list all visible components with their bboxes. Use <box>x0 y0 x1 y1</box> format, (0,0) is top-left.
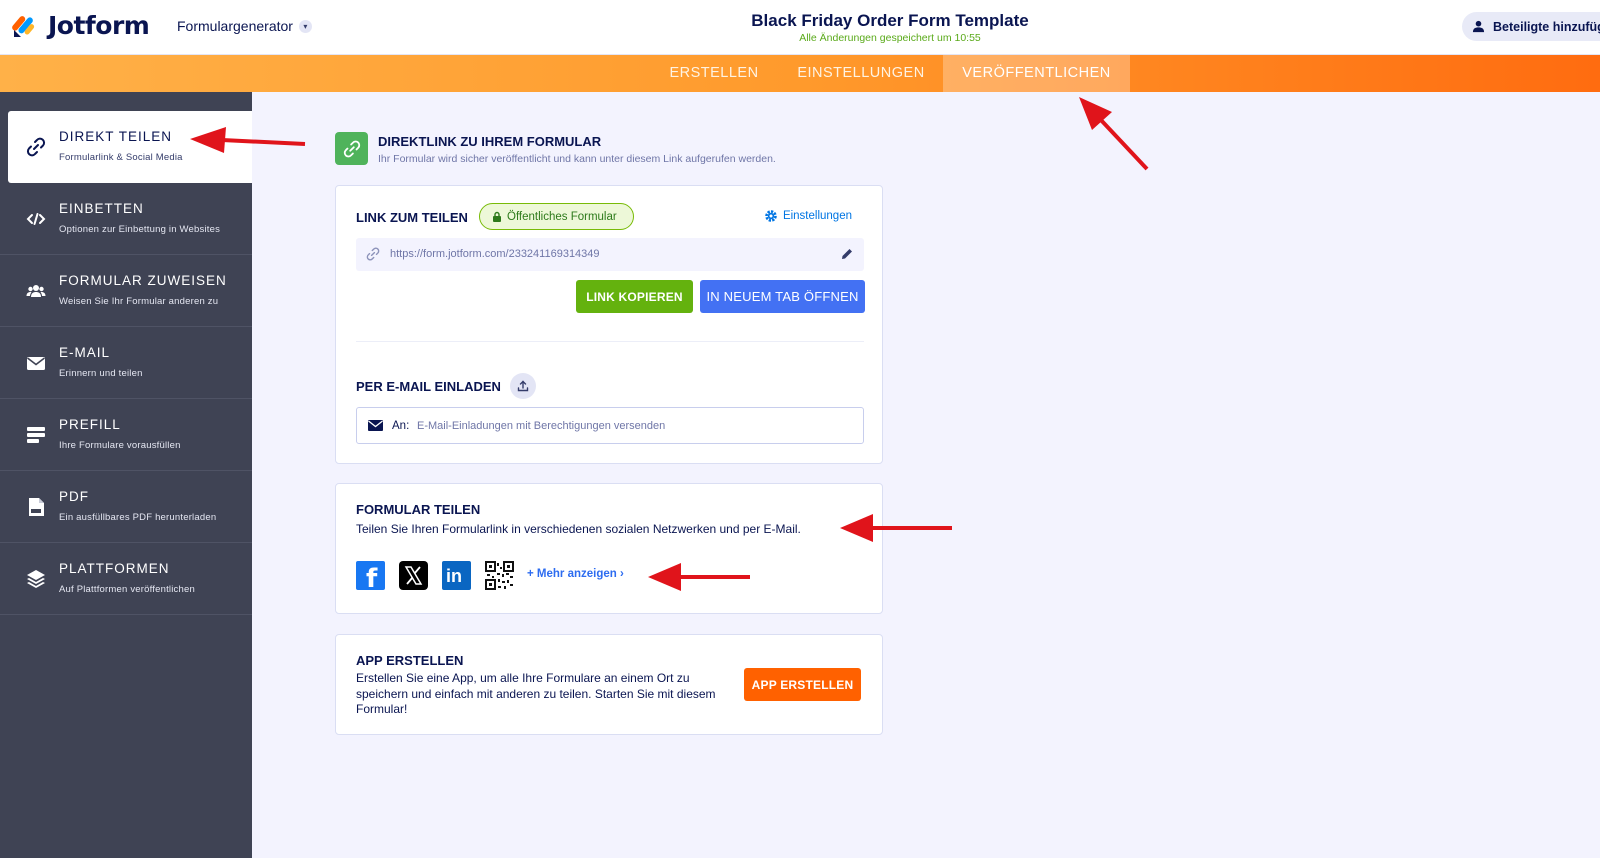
sidebar-item-title: PLATTFORMEN <box>59 561 170 576</box>
upload-icon <box>517 380 529 392</box>
link-settings-link[interactable]: Einstellungen <box>764 209 852 223</box>
sidebar-item-direct-share[interactable]: DIREKT TEILEN Formularlink & Social Medi… <box>8 111 252 183</box>
gear-icon <box>765 210 777 222</box>
envelope-icon <box>368 420 383 431</box>
share-form-title: FORMULAR TEILEN <box>356 502 481 517</box>
publish-sidebar: DIREKT TEILEN Formularlink & Social Medi… <box>0 92 252 858</box>
sidebar-item-title: E-MAIL <box>59 345 111 360</box>
email-invite-field[interactable]: An: E-Mail-Einladungen mit Berechtigunge… <box>356 407 864 444</box>
facebook-letter: f <box>366 564 378 594</box>
main-tabs: ERSTELLEN EINSTELLUNGEN VERÖFFENTLICHEN <box>0 55 1600 92</box>
linkedin-letters: in <box>446 566 462 586</box>
create-app-button[interactable]: APP ERSTELLEN <box>744 668 861 701</box>
tab-publish[interactable]: VERÖFFENTLICHEN <box>943 55 1130 92</box>
sidebar-item-prefill[interactable]: PREFILL Ihre Formulare vorausfüllen <box>0 399 252 471</box>
sidebar-item-title: EINBETTEN <box>59 201 144 216</box>
sidebar-item-title: PREFILL <box>59 417 121 432</box>
collaborators-label: Beteiligte hinzufügen <box>1493 19 1600 34</box>
add-collaborators-button[interactable]: Beteiligte hinzufügen <box>1462 12 1600 41</box>
page-subtitle: Ihr Formular wird sicher veröffentlicht … <box>378 153 776 165</box>
upload-contacts-button[interactable] <box>510 373 536 399</box>
qr-code-icon[interactable] <box>485 561 514 590</box>
create-app-card: APP ERSTELLEN Erstellen Sie eine App, um… <box>335 634 883 735</box>
email-invite-title: PER E-MAIL EINLADEN <box>356 379 501 394</box>
sidebar-item-subtitle: Formularlink & Social Media <box>59 152 183 163</box>
email-to-label: An: <box>392 420 410 432</box>
create-app-title: APP ERSTELLEN <box>356 653 464 668</box>
lock-icon <box>493 211 501 222</box>
form-title[interactable]: Black Friday Order Form Template <box>0 11 1600 31</box>
form-url-field[interactable]: https://form.jotform.com/233241169314349 <box>356 238 864 271</box>
facebook-icon[interactable]: f <box>356 561 385 594</box>
sidebar-item-subtitle: Optionen zur Einbettung in Websites <box>59 224 221 235</box>
sidebar-item-email[interactable]: E-MAIL Erinnern und teilen <box>0 327 252 399</box>
sidebar-item-subtitle: Weisen Sie Ihr Formular anderen zu <box>59 296 219 307</box>
form-url: https://form.jotform.com/233241169314349 <box>390 248 600 260</box>
layers-icon <box>27 570 45 588</box>
public-form-badge[interactable]: Öffentliches Formular <box>479 203 634 230</box>
direct-link-badge-icon <box>335 132 368 165</box>
link-icon <box>343 140 360 157</box>
sidebar-item-platforms[interactable]: PLATTFORMEN Auf Plattformen veröffentlic… <box>0 543 252 615</box>
sidebar-item-pdf[interactable]: PDF Ein ausfüllbares PDF herunterladen <box>0 471 252 543</box>
tab-settings[interactable]: EINSTELLUNGEN <box>790 55 932 92</box>
users-icon <box>26 285 46 297</box>
user-icon <box>1472 20 1485 33</box>
code-icon <box>26 213 46 225</box>
sidebar-item-embed[interactable]: EINBETTEN Optionen zur Einbettung in Web… <box>0 183 252 255</box>
sidebar-item-subtitle: Ein ausfüllbares PDF herunterladen <box>59 512 217 523</box>
divider <box>356 341 864 342</box>
link-icon <box>366 247 380 261</box>
pdf-icon <box>29 498 44 516</box>
pencil-icon[interactable] <box>840 247 854 261</box>
share-form-description: Teilen Sie Ihren Formularlink in verschi… <box>356 522 801 536</box>
prefill-icon <box>27 427 45 443</box>
link-icon <box>26 137 46 157</box>
x-logo-icon <box>404 566 423 585</box>
settings-link-label: Einstellungen <box>782 210 852 222</box>
sidebar-item-title: DIREKT TEILEN <box>59 129 173 144</box>
page-title: DIREKTLINK ZU IHREM FORMULAR <box>378 134 602 149</box>
show-more-link[interactable]: + Mehr anzeigen › <box>527 568 624 580</box>
sidebar-item-title: PDF <box>59 489 89 504</box>
open-in-new-tab-button[interactable]: IN NEUEM TAB ÖFFNEN <box>700 280 865 313</box>
sidebar-item-subtitle: Auf Plattformen veröffentlichen <box>59 584 195 595</box>
share-link-title: LINK ZUM TEILEN <box>356 210 468 225</box>
email-placeholder: E-Mail-Einladungen mit Berechtigungen ve… <box>417 420 666 432</box>
sidebar-item-subtitle: Ihre Formulare vorausfüllen <box>59 440 181 451</box>
share-form-card: FORMULAR TEILEN Teilen Sie Ihren Formula… <box>335 483 883 614</box>
sidebar-item-subtitle: Erinnern und teilen <box>59 368 143 379</box>
envelope-icon <box>27 357 45 370</box>
badge-label: Öffentliches Formular <box>507 210 617 223</box>
annotation-arrow-publish-tab <box>1079 97 1149 171</box>
x-twitter-icon[interactable] <box>399 561 428 590</box>
sidebar-item-assign-form[interactable]: FORMULAR ZUWEISEN Weisen Sie Ihr Formula… <box>0 255 252 327</box>
tab-create[interactable]: ERSTELLEN <box>657 55 771 92</box>
top-header: Jotform Formulargenerator ▾ Black Friday… <box>0 0 1600 55</box>
qr-pattern <box>485 561 514 590</box>
create-app-description: Erstellen Sie eine App, um alle Ihre For… <box>356 671 716 716</box>
save-status: Alle Änderungen gespeichert um 10:55 <box>799 32 981 44</box>
linkedin-icon[interactable]: in <box>442 561 471 590</box>
share-link-card: LINK ZUM TEILEN Öffentliches Formular Ei… <box>335 185 883 464</box>
sidebar-item-title: FORMULAR ZUWEISEN <box>59 273 227 288</box>
copy-link-button[interactable]: LINK KOPIEREN <box>576 280 693 313</box>
